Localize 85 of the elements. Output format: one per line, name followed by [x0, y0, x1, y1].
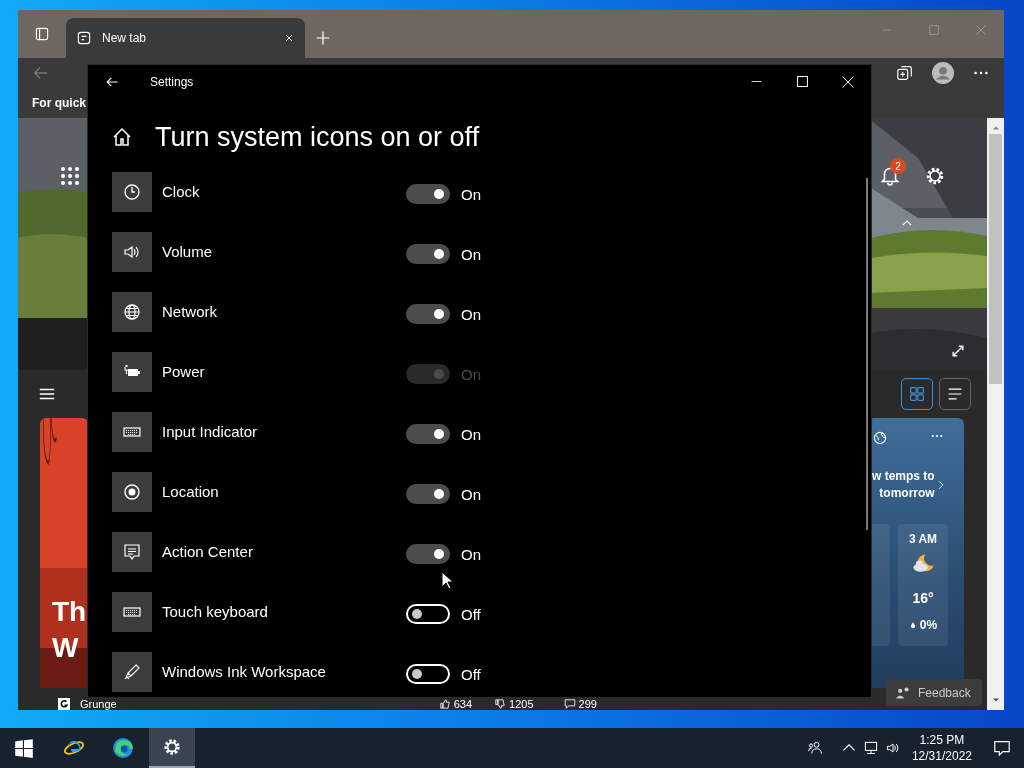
window-title: Settings: [150, 74, 194, 89]
toggle-state-label: On: [461, 545, 481, 565]
toggle-state-label: On: [461, 245, 481, 265]
close-icon[interactable]: [283, 32, 295, 44]
plus-icon[interactable]: [315, 30, 331, 46]
home-icon[interactable]: [112, 127, 132, 147]
expand-icon[interactable]: [950, 343, 966, 359]
edge-browser-icon: [112, 737, 134, 759]
globe-icon: [872, 430, 888, 446]
comment-count: 299: [578, 698, 597, 710]
pen-icon: [112, 652, 152, 692]
setting-label: Location: [162, 482, 220, 502]
message-icon: [112, 532, 152, 572]
settings-gear-icon[interactable]: [924, 165, 946, 187]
toggle-state-label: On: [461, 305, 481, 325]
notification-icon[interactable]: [993, 739, 1011, 757]
mouse-pointer-icon: [441, 571, 453, 590]
toggle-switch[interactable]: [406, 484, 450, 504]
toggle-switch[interactable]: [406, 184, 450, 204]
dislike-count: 1205: [509, 698, 534, 710]
setting-label: Touch keyboard: [162, 602, 269, 622]
speaker-icon: [112, 232, 152, 272]
toggle-state-label: Off: [461, 665, 481, 685]
news-headline: Th W: [52, 595, 87, 665]
comment-icon[interactable]: [563, 698, 576, 710]
toggle-switch[interactable]: [406, 304, 450, 324]
speaker-icon[interactable]: [884, 740, 901, 756]
list-view-button[interactable]: [939, 378, 971, 410]
scrollbar[interactable]: [987, 118, 1004, 710]
people-icon[interactable]: [806, 740, 823, 756]
setting-label: Windows Ink Workspace: [162, 662, 327, 682]
like-count: 634: [453, 698, 473, 710]
list-icon: [947, 386, 963, 402]
precipitation-chance: 0%: [919, 618, 938, 632]
browser-tab[interactable]: New tab: [66, 18, 305, 58]
network-icon[interactable]: [862, 740, 879, 756]
toggle-state-label: On: [461, 485, 481, 505]
source-logo-icon: [58, 698, 70, 710]
keyboard-icon: [112, 592, 152, 632]
globe-icon: [112, 292, 152, 332]
maximize-icon: [796, 76, 808, 87]
toggle-switch[interactable]: [406, 244, 450, 264]
grid-icon: [909, 386, 925, 402]
toggle-switch[interactable]: [406, 424, 450, 444]
profile-avatar-icon[interactable]: [932, 62, 954, 84]
toggle-state-label: Off: [461, 605, 481, 625]
setting-label: Power: [162, 362, 206, 382]
forecast-hour: 3 AM: [908, 532, 938, 546]
taskbar-clock[interactable]: 1:25 PM 12/31/2022: [911, 732, 972, 764]
news-card[interactable]: Th W: [40, 418, 88, 688]
setting-label: Clock: [162, 182, 201, 202]
page-heading: Turn system icons on or off: [155, 121, 480, 153]
feedback-button[interactable]: Feedback: [886, 679, 982, 706]
setting-label: Volume: [162, 242, 214, 262]
gear-icon: [161, 736, 183, 758]
news-source: Grunge: [80, 698, 117, 710]
setting-label: Network: [162, 302, 218, 322]
tab-actions-icon[interactable]: [34, 26, 50, 42]
scroll-down-icon[interactable]: [991, 696, 1000, 704]
scroll-up-icon[interactable]: [991, 124, 1000, 132]
toggle-switch[interactable]: [406, 544, 450, 564]
weather-headline: w temps to tomorrow: [872, 468, 935, 502]
setting-label: Input Indicator: [162, 422, 259, 442]
toggle-state-label: On: [461, 425, 481, 445]
toggle-state-label: On: [461, 185, 481, 205]
close-icon: [842, 75, 854, 88]
thumbs-up-icon[interactable]: [438, 698, 451, 710]
grid-view-button[interactable]: [901, 378, 933, 410]
taskbar-app-button[interactable]: [149, 728, 195, 768]
people-icon: [896, 686, 910, 699]
page-icon: [76, 30, 92, 46]
toggle-state-label: On: [461, 365, 481, 385]
raindrop-icon: [908, 620, 917, 630]
forecast-temperature: 16°: [912, 590, 934, 606]
setting-label: Action Center: [162, 542, 254, 562]
keyboard-icon: [112, 412, 152, 452]
target-icon: [112, 472, 152, 512]
app-grid-icon[interactable]: [60, 166, 80, 186]
favorites-bar-text: For quick: [32, 96, 86, 110]
collections-icon[interactable]: [896, 64, 914, 82]
thumbs-down-icon[interactable]: [494, 698, 507, 710]
windows-logo-icon: [13, 737, 35, 759]
clock-icon: [112, 172, 152, 212]
scrollbar[interactable]: [866, 178, 868, 530]
battery-icon: [112, 352, 152, 392]
